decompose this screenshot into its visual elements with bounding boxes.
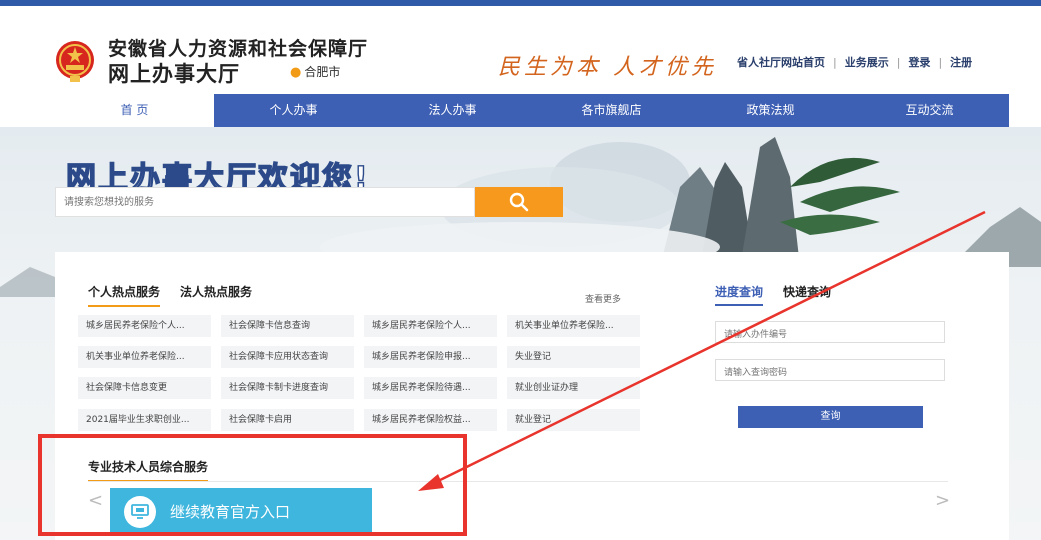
- slogan: 民生为本 人才优先: [498, 55, 717, 80]
- query-tabs: 进度查询 快递查询: [715, 283, 831, 306]
- location-pin-icon: ●: [290, 65, 302, 80]
- main-nav: 首 页 个人办事 法人办事 各市旗舰店 政策法规 互动交流: [55, 94, 1009, 127]
- service-item[interactable]: 社会保障卡启用: [221, 409, 354, 431]
- search-button[interactable]: [475, 187, 563, 217]
- query-button[interactable]: 查询: [738, 406, 923, 428]
- link-register[interactable]: 注册: [950, 56, 972, 69]
- top-links: 省人社厅网站首页 | 业务展示 | 登录 | 注册: [737, 54, 972, 70]
- nav-city-stores[interactable]: 各市旗舰店: [532, 94, 691, 127]
- service-search-box: [55, 187, 475, 217]
- service-item[interactable]: 社会保障卡应用状态查询: [221, 346, 354, 368]
- service-item[interactable]: 城乡居民养老保险个人...: [364, 315, 497, 337]
- view-more-link[interactable]: 查看更多: [585, 292, 621, 305]
- link-separator: |: [938, 56, 943, 69]
- tab-progress-query[interactable]: 进度查询: [715, 285, 764, 306]
- service-item[interactable]: 城乡居民养老保险待遇...: [364, 377, 497, 399]
- query-password-field: [715, 359, 945, 383]
- service-item[interactable]: 社会保障卡信息变更: [78, 377, 211, 399]
- nav-personal[interactable]: 个人办事: [214, 94, 373, 127]
- header: 安徽省人力资源和社会保障厅 网上办事大厅 ● 合肥市 民生为本 人才优先 省人社厅…: [0, 6, 1041, 94]
- service-item[interactable]: 失业登记: [507, 346, 640, 368]
- case-number-field: [715, 321, 945, 345]
- service-item[interactable]: 社会保障卡制卡进度查询: [221, 377, 354, 399]
- tab-corporate-hot[interactable]: 法人热点服务: [180, 283, 252, 305]
- nav-policies[interactable]: 政策法规: [691, 94, 850, 127]
- site-title-hall: 网上办事大厅: [108, 62, 240, 86]
- nav-corporate[interactable]: 法人办事: [373, 94, 532, 127]
- service-item[interactable]: 2021届毕业生求职创业...: [78, 409, 211, 431]
- service-search-input[interactable]: [56, 188, 474, 216]
- link-business-display[interactable]: 业务展示: [845, 56, 889, 69]
- nav-interaction[interactable]: 互动交流: [850, 94, 1009, 127]
- service-item[interactable]: 城乡居民养老保险个人...: [78, 315, 211, 337]
- carousel-next-icon[interactable]: >: [935, 490, 950, 511]
- service-item[interactable]: 城乡居民养老保险申报...: [364, 346, 497, 368]
- tab-personal-hot[interactable]: 个人热点服务: [88, 283, 161, 307]
- link-portal-home[interactable]: 省人社厅网站首页: [737, 56, 825, 69]
- query-password-input[interactable]: [716, 363, 944, 383]
- case-number-input[interactable]: [716, 325, 944, 345]
- search-icon: [509, 192, 529, 212]
- service-item[interactable]: 就业创业证办理: [507, 377, 640, 399]
- service-item[interactable]: 社会保障卡信息查询: [221, 315, 354, 337]
- service-item[interactable]: 机关事业单位养老保险...: [78, 346, 211, 368]
- annotation-highlight-box: [38, 434, 467, 536]
- tab-express-query[interactable]: 快递查询: [783, 285, 831, 299]
- national-emblem-icon: [56, 41, 94, 82]
- nav-home[interactable]: 首 页: [55, 94, 214, 127]
- site-title-agency: 安徽省人力资源和社会保障厅: [108, 38, 369, 60]
- city-label: 合肥市: [304, 65, 341, 79]
- service-item[interactable]: 城乡居民养老保险权益...: [364, 409, 497, 431]
- service-tabs: 个人热点服务 法人热点服务: [88, 283, 272, 307]
- link-separator: |: [896, 56, 901, 69]
- city-selector[interactable]: ● 合肥市: [290, 63, 340, 80]
- service-item[interactable]: 就业登记: [507, 409, 640, 431]
- service-item[interactable]: 机关事业单位养老保险...: [507, 315, 640, 337]
- link-separator: |: [833, 56, 837, 69]
- link-login[interactable]: 登录: [908, 56, 930, 69]
